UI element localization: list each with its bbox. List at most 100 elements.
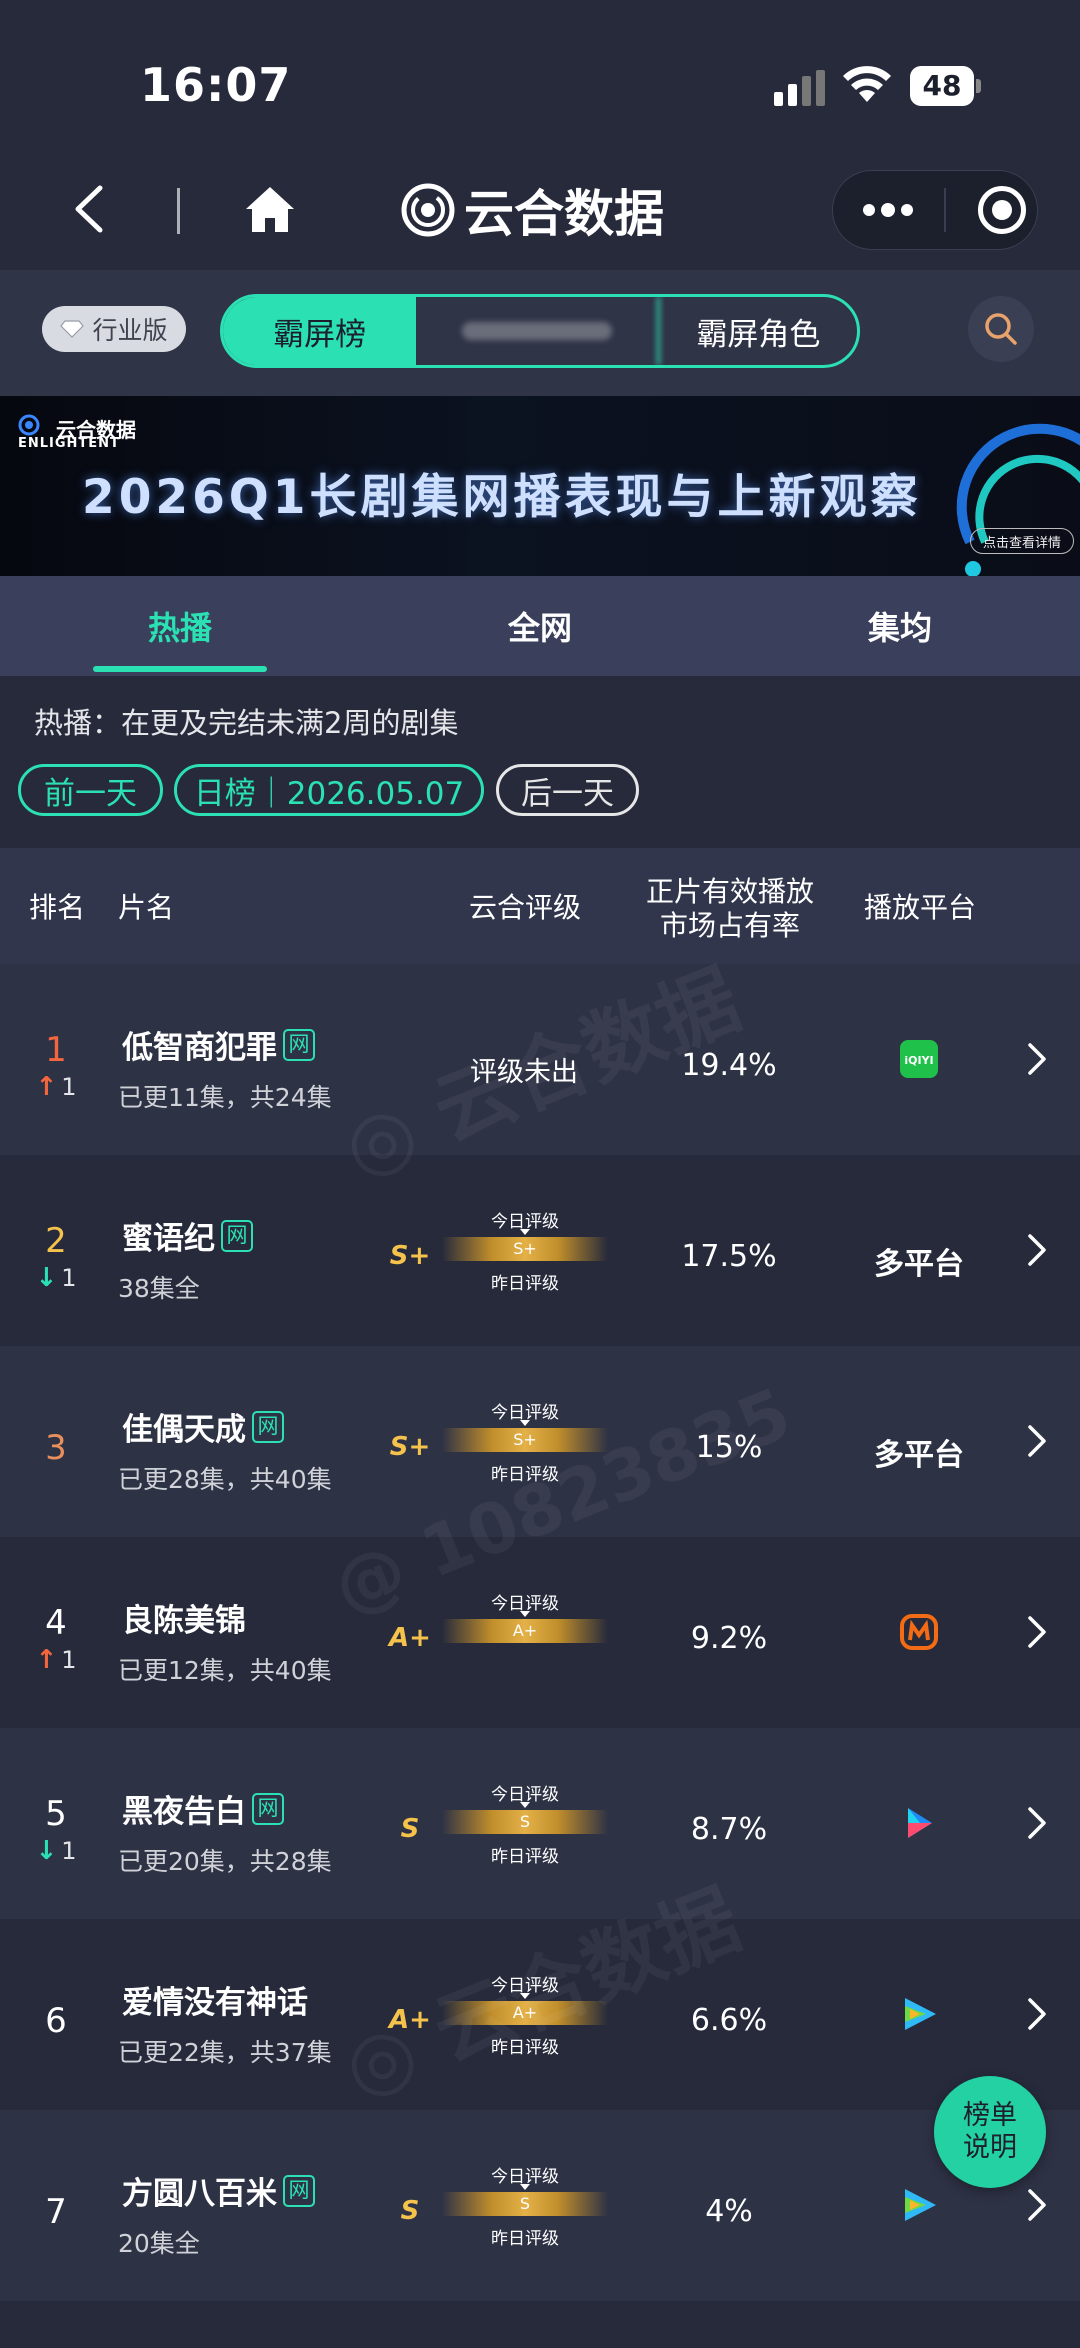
next-day-button[interactable]: 后一天 [496, 764, 639, 816]
rank-change: ↓ 1 [0, 1263, 112, 1293]
show-title-row: 方圆八百米网 [122, 2168, 315, 2213]
logo-ring-icon [401, 183, 455, 237]
chevron-right-icon[interactable] [1026, 2188, 1048, 2222]
grade-bar: S [442, 1810, 608, 1834]
yesterday-grade-label: 昨日评级 [491, 1465, 559, 1485]
yesterday-grade-label: 昨日评级 [491, 1847, 559, 1867]
grade-value: S+ [389, 1241, 431, 1271]
platform-multi: 多平台 [874, 1247, 964, 1282]
rank-number: 6 [45, 2001, 67, 2041]
chevron-right-icon[interactable] [1026, 1424, 1048, 1458]
tab-hot[interactable]: 热播 [0, 576, 360, 676]
app-title: 云合数据 [464, 185, 664, 243]
rank-change-value: 1 [61, 1646, 77, 1674]
rank-number: 5 [45, 1794, 67, 1834]
cellular-signal-icon [774, 70, 826, 106]
grade-value: A+ [389, 1623, 431, 1653]
segment-screen-dominance[interactable]: 霸屏榜 [223, 297, 417, 365]
market-share: 15% [695, 1430, 763, 1465]
rank-change: ↑ 1 [0, 1072, 112, 1102]
show-title: 佳偶天成 [122, 1412, 246, 1448]
episode-progress: 已更28集，共40集 [118, 1465, 332, 1494]
help-line2: 说明 [963, 2132, 1017, 2163]
show-title: 爱情没有神话 [122, 1985, 308, 2021]
prev-day-button[interactable]: 前一天 [18, 764, 163, 816]
episode-progress: 38集全 [118, 1274, 200, 1303]
chevron-right-icon[interactable] [1026, 1615, 1048, 1649]
grade-bar: A+ [442, 1619, 608, 1643]
tab-episode-average[interactable]: 集均 [720, 576, 1080, 676]
industry-edition-label: 行业版 [92, 316, 168, 345]
market-share: 8.7% [690, 1812, 768, 1847]
ranking-help-button[interactable]: 榜单 说明 [934, 2076, 1046, 2188]
close-miniprogram-icon[interactable] [978, 186, 1026, 234]
tab-description: 热播：在更及完结未满2周的剧集 [34, 706, 459, 740]
grade-bar: S+ [442, 1428, 608, 1452]
chevron-right-icon[interactable] [1026, 1997, 1048, 2031]
episode-progress: 已更22集，共37集 [118, 2038, 332, 2067]
show-title-row: 黑夜告白网 [122, 1786, 284, 1831]
rank-number: 7 [45, 2192, 67, 2232]
chevron-right-icon[interactable] [1026, 1806, 1048, 1840]
rank-up-arrow-icon: ↑ [35, 1645, 58, 1675]
platform-multi: 多平台 [874, 1438, 964, 1473]
youku-icon [908, 1808, 932, 1838]
web-drama-badge: 网 [283, 1028, 315, 1061]
ranking-type-switch: 霸屏榜 霸屏角色 [220, 294, 860, 368]
grade-bar: A+ [442, 2001, 608, 2025]
show-title-row: 良陈美锦 [122, 1595, 246, 1640]
yesterday-grade-label: 昨日评级 [491, 1274, 559, 1294]
show-title-row: 蜜语纪网 [122, 1213, 253, 1258]
tab-bar: 热播 全网 集均 [0, 576, 1080, 676]
industry-edition-button[interactable]: 行业版 [42, 306, 186, 352]
chevron-right-icon[interactable] [1026, 1042, 1048, 1076]
grade-pointer-icon [520, 1229, 530, 1235]
header-platform: 播放平台 [863, 891, 976, 924]
grade-pointer-icon [520, 1802, 530, 1808]
show-title-row: 佳偶天成网 [122, 1404, 284, 1449]
rank-down-arrow-icon: ↓ [35, 1836, 58, 1866]
rank-change: ↓ 1 [0, 1836, 112, 1866]
yesterday-grade-label: 昨日评级 [491, 2038, 559, 2058]
show-title: 黑夜告白 [122, 1794, 246, 1830]
rank-number: 3 [45, 1428, 67, 1468]
grade-pointer-icon [520, 1420, 530, 1426]
grade-pointer-icon [520, 2184, 530, 2190]
web-drama-badge: 网 [252, 1410, 284, 1443]
web-drama-badge: 网 [221, 1219, 253, 1252]
tencent-video-icon [905, 1998, 936, 2030]
grade-value: A+ [389, 2005, 431, 2035]
tencent-video-icon [905, 2189, 936, 2221]
banner-logo: 云合数据 ENLIGHTENT [18, 414, 178, 454]
market-share: 19.4% [681, 1048, 777, 1083]
episode-progress: 已更11集，共24集 [118, 1083, 332, 1112]
segment-screen-roles[interactable]: 霸屏角色 [660, 297, 857, 365]
grade-bar: S+ [442, 1237, 608, 1261]
search-button[interactable] [968, 296, 1034, 362]
show-title: 低智商犯罪 [122, 1030, 277, 1066]
mango-icon [900, 1614, 938, 1650]
header-name: 片名 [118, 891, 175, 924]
rank-change-value: 1 [61, 1837, 77, 1865]
more-options-icon[interactable] [862, 200, 914, 220]
wifi-icon [843, 66, 891, 102]
tab-all-network[interactable]: 全网 [360, 576, 720, 676]
back-arrow-icon[interactable] [70, 184, 110, 234]
header-rank: 排名 [28, 891, 85, 924]
web-drama-badge: 网 [283, 2174, 315, 2207]
diamond-icon [60, 320, 85, 338]
battery-icon: 48 [910, 66, 982, 106]
date-selector[interactable]: 日榜｜2026.05.07 [174, 764, 484, 816]
show-title: 良陈美锦 [122, 1603, 246, 1639]
banner-details-button[interactable]: 点击查看详情 [970, 528, 1074, 554]
header-share-line2: 市场占有率 [659, 909, 800, 942]
grade-value: S [400, 1814, 420, 1844]
nav-divider [177, 188, 180, 234]
rank-change: ↑ 1 [0, 1645, 112, 1675]
segment-blurred[interactable] [416, 297, 660, 365]
header-grade: 云合评级 [468, 891, 581, 924]
rank-change-value: 1 [61, 1264, 77, 1292]
chevron-right-icon[interactable] [1026, 1233, 1048, 1267]
help-line1: 榜单 [963, 2100, 1017, 2131]
home-icon[interactable] [244, 184, 296, 236]
